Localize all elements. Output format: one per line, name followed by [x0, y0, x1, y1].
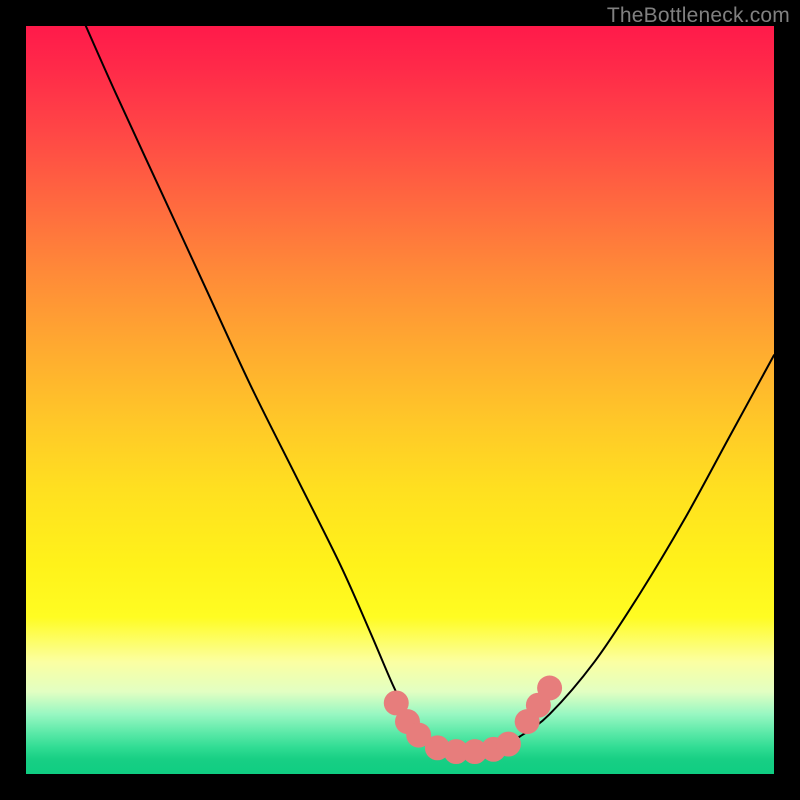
chart-frame: TheBottleneck.com [0, 0, 800, 800]
watermark-text: TheBottleneck.com [607, 4, 790, 28]
curve-marker [537, 676, 562, 701]
plot-area [26, 26, 774, 774]
bottleneck-curve [86, 26, 774, 752]
curve-marker [496, 732, 521, 757]
curve-layer [26, 26, 774, 774]
